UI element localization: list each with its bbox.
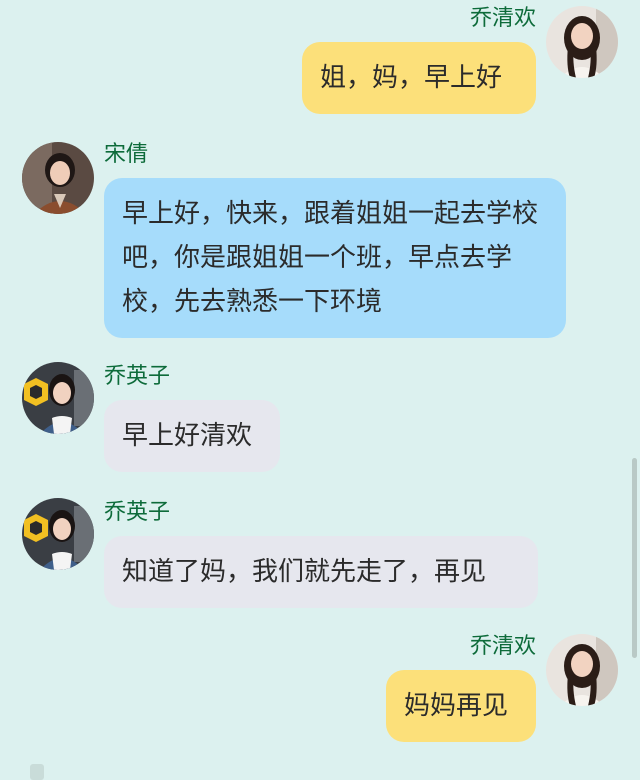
girl-avatar-icon[interactable]	[546, 6, 618, 78]
student-avatar-icon[interactable]	[22, 498, 94, 570]
girl-avatar-icon[interactable]	[546, 634, 618, 706]
scrollbar[interactable]	[632, 458, 637, 658]
sender-name: 宋倩	[104, 142, 149, 167]
message-bubble[interactable]: 妈妈再见	[386, 670, 536, 742]
sender-name: 乔英子	[104, 500, 171, 525]
message-bubble[interactable]: 早上好清欢	[104, 400, 280, 472]
message-bubble[interactable]: 知道了妈，我们就先走了，再见	[104, 536, 538, 608]
sender-name: 乔清欢	[469, 634, 536, 659]
sender-name: 乔清欢	[469, 6, 536, 31]
sender-name: 乔英子	[104, 364, 171, 389]
chat-window: 乔清欢 姐，妈，早上好 宋倩 早上好，快来，跟着姐姐一起去学校吧，你是跟姐姐一个…	[0, 0, 640, 780]
message-bubble[interactable]: 早上好，快来，跟着姐姐一起去学校吧，你是跟姐姐一个班，早点去学校，先去熟悉一下环…	[104, 178, 566, 338]
message-bubble[interactable]: 姐，妈，早上好	[302, 42, 536, 114]
student-avatar-icon[interactable]	[22, 362, 94, 434]
woman-avatar-icon[interactable]	[22, 142, 94, 214]
input-indicator	[30, 764, 44, 780]
